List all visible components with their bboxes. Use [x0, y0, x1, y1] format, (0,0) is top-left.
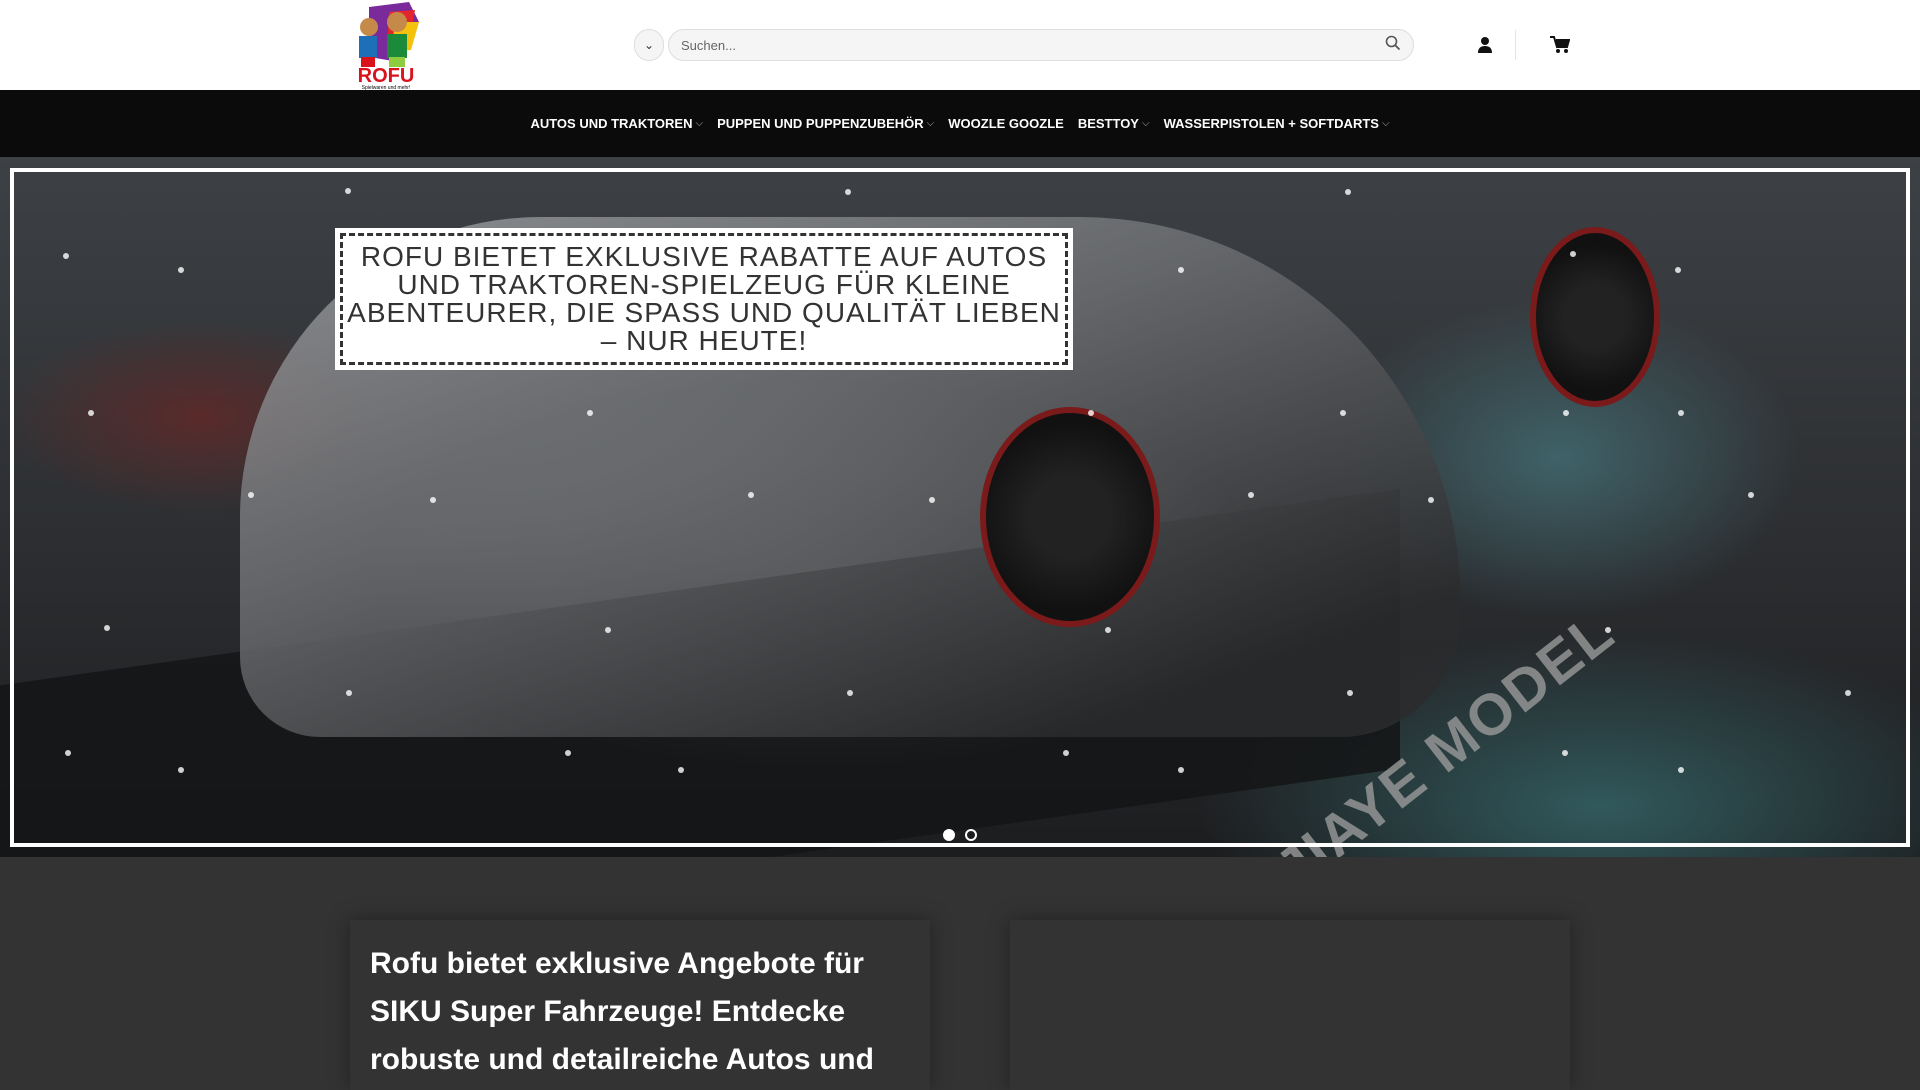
snowflake — [678, 767, 684, 773]
search-input[interactable] — [681, 37, 1385, 53]
hero-slider[interactable]: JIAYE MODEL ROFU bietet exklusive Rabatt… — [0, 157, 1920, 857]
nav-wasserpistolen[interactable]: WASSERPISTOLEN + SOFTDARTS ⌵ — [1164, 116, 1390, 131]
chevron-down-icon: ⌵ — [1381, 118, 1390, 129]
snowflake — [88, 410, 94, 416]
header-divider — [1515, 30, 1516, 60]
hero-caption: ROFU bietet exklusive Rabatte auf Autos … — [340, 233, 1068, 365]
main-nav: AUTOS UND TRAKTOREN ⌵ PUPPEN UND PUPPENZU… — [0, 90, 1920, 157]
snowflake — [1570, 251, 1576, 257]
car-wheel — [980, 407, 1160, 627]
site-header: ROFU Spielwaren und mehr! ⌄ — [0, 0, 1920, 91]
svg-text:ROFU: ROFU — [358, 65, 415, 87]
snowflake — [1428, 497, 1434, 503]
car-wheel — [1530, 227, 1660, 407]
snowflake — [587, 410, 593, 416]
nav-autos-und-traktoren[interactable]: AUTOS UND TRAKTOREN ⌵ — [530, 116, 703, 131]
snowflake — [178, 267, 184, 273]
snowflake — [1748, 492, 1754, 498]
nav-label: AUTOS UND TRAKTOREN — [530, 116, 693, 131]
snowflake — [1345, 189, 1351, 195]
snowflake — [1605, 627, 1611, 633]
snowflake — [929, 497, 935, 503]
snowflake — [1675, 267, 1681, 273]
snowflake — [430, 497, 436, 503]
snowflake — [1088, 410, 1094, 416]
search-bar — [668, 29, 1414, 61]
snowflake — [104, 625, 110, 631]
snowflake — [346, 690, 352, 696]
nav-woozle-goozle[interactable]: WOOZLE GOOZLE — [948, 116, 1064, 131]
slider-dot-2[interactable] — [965, 829, 977, 841]
nav-besttoy[interactable]: BESTTOY ⌵ — [1078, 116, 1150, 131]
nav-puppen[interactable]: PUPPEN UND PUPPENZUBEHÖR ⌵ — [717, 116, 934, 131]
snowflake — [1845, 690, 1851, 696]
search-icon[interactable] — [1385, 35, 1401, 56]
snowflake — [1563, 410, 1569, 416]
snowflake — [65, 750, 71, 756]
snowflake — [1678, 767, 1684, 773]
snowflake — [1340, 410, 1346, 416]
snowflake — [248, 492, 254, 498]
nav-label: WOOZLE GOOZLE — [948, 116, 1064, 131]
nav-label: WASSERPISTOLEN + SOFTDARTS — [1163, 116, 1379, 131]
snowflake — [1063, 750, 1069, 756]
chevron-down-icon: ⌵ — [695, 118, 704, 129]
snowflake — [1347, 690, 1353, 696]
chevron-down-icon: ⌄ — [643, 38, 655, 52]
logo[interactable]: ROFU Spielwaren und mehr! — [349, 2, 423, 91]
snowflake — [847, 690, 853, 696]
snowflake — [1678, 410, 1684, 416]
chevron-down-icon: ⌵ — [926, 118, 935, 129]
hero-caption-box: ROFU bietet exklusive Rabatte auf Autos … — [335, 228, 1073, 370]
nav-label: BESTTOY — [1077, 116, 1139, 131]
cart-icon[interactable] — [1548, 33, 1572, 57]
snowflake — [748, 492, 754, 498]
search-category-toggle[interactable]: ⌄ — [634, 29, 664, 61]
snowflake — [345, 188, 351, 194]
promo-card: Rofu bietet exklusive Angebote für SIKU … — [350, 920, 930, 1090]
account-icon[interactable] — [1473, 33, 1497, 57]
chevron-down-icon: ⌵ — [1141, 118, 1150, 129]
slider-dot-1[interactable] — [943, 829, 955, 841]
promo-card-right — [1010, 920, 1570, 1090]
snowflake — [605, 627, 611, 633]
snowflake — [63, 253, 69, 259]
snowflake — [565, 750, 571, 756]
rofu-logo-icon: ROFU Spielwaren und mehr! — [358, 2, 419, 91]
snowflake — [1562, 750, 1568, 756]
snowflake — [1248, 492, 1254, 498]
snowflake — [1105, 627, 1111, 633]
snowflake — [845, 189, 851, 195]
slider-dots — [943, 829, 977, 841]
promo-text: Rofu bietet exklusive Angebote für SIKU … — [370, 947, 874, 1076]
snowflake — [1178, 767, 1184, 773]
snowflake — [1178, 267, 1184, 273]
nav-label: PUPPEN UND PUPPENZUBEHÖR — [717, 116, 924, 131]
snowflake — [178, 767, 184, 773]
